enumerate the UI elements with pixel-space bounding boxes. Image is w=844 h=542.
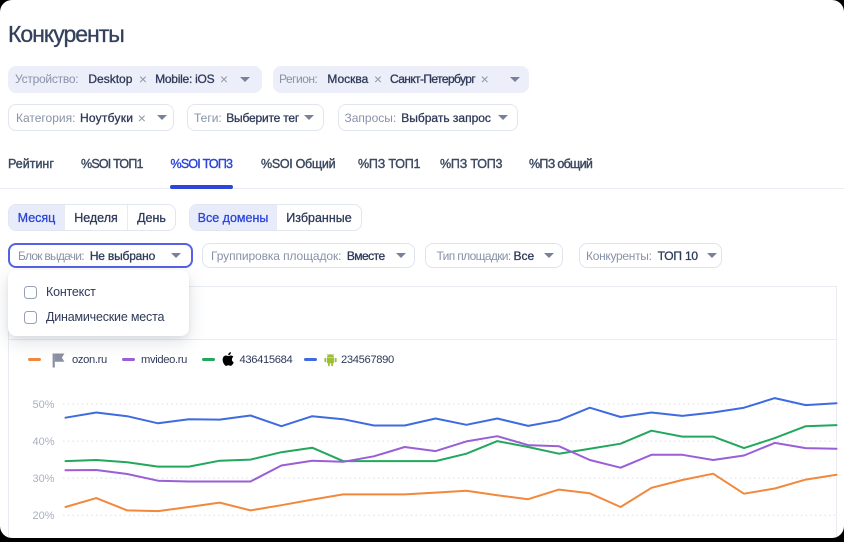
svg-text:20%: 20% <box>32 510 54 522</box>
svg-text:50%: 50% <box>32 399 54 411</box>
svg-text:40%: 40% <box>32 436 54 448</box>
svg-text:30%: 30% <box>32 473 54 485</box>
